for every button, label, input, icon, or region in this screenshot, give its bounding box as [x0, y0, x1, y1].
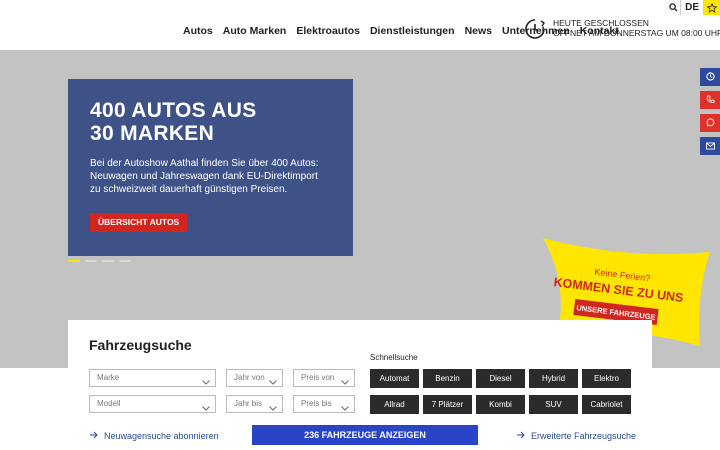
- side-email-button[interactable]: [700, 137, 720, 155]
- top-utility-bar: DE: [666, 0, 720, 15]
- side-whatsapp-button[interactable]: [700, 114, 720, 132]
- hours-status: HEUTE GESCHLOSSEN: [553, 18, 649, 28]
- search-title: Fahrzeugsuche: [89, 337, 192, 353]
- slider-dots: [68, 260, 131, 262]
- quick-allrad-button[interactable]: Allrad: [370, 395, 419, 414]
- quick-automat-button[interactable]: Automat: [370, 369, 419, 388]
- subscribe-search-link[interactable]: Neuwagensuche abonnieren: [90, 431, 219, 441]
- brand-select[interactable]: Marke: [89, 369, 216, 387]
- opening-hours-clock-icon: [524, 18, 546, 40]
- search-icon[interactable]: [666, 0, 680, 15]
- chevron-down-icon: [269, 401, 277, 417]
- side-phone-button[interactable]: [700, 91, 720, 109]
- hero-title-line1: 400 AUTOS AUS: [90, 99, 257, 122]
- quick-cabriolet-button[interactable]: Cabriolet: [582, 395, 631, 414]
- overview-cars-button[interactable]: ÜBERSICHT AUTOS: [90, 213, 188, 232]
- slider-dot[interactable]: [85, 260, 97, 262]
- quick-hybrid-button[interactable]: Hybrid: [529, 369, 578, 388]
- nav-item-dienstleistungen[interactable]: Dienstleistungen: [370, 25, 455, 37]
- chevron-down-icon: [202, 375, 210, 391]
- favorites-star-icon[interactable]: [704, 0, 720, 15]
- slider-dot[interactable]: [102, 260, 114, 262]
- price-to-value: Preis bis: [301, 399, 332, 408]
- price-from-select[interactable]: Preis von: [293, 369, 355, 387]
- quick-elektro-button[interactable]: Elektro: [582, 369, 631, 388]
- hours-next-open: ÖFFNET AM DONNERSTAG UM 08:00 UHR: [553, 28, 720, 38]
- model-select[interactable]: Modell: [89, 395, 216, 413]
- year-to-select[interactable]: Jahr bis: [226, 395, 283, 413]
- quick-search-title: Schnellsuche: [370, 353, 418, 362]
- chevron-down-icon: [269, 375, 277, 391]
- nav-item-news[interactable]: News: [465, 25, 492, 37]
- year-from-value: Jahr von: [234, 373, 265, 382]
- year-from-select[interactable]: Jahr von: [226, 369, 283, 387]
- quick-kombi-button[interactable]: Kombi: [476, 395, 525, 414]
- site-header: DE Autos Auto Marken Elektroautos Dienst…: [0, 0, 720, 50]
- vehicle-search-panel: Fahrzeugsuche Marke Jahr von Preis von M…: [68, 320, 652, 450]
- clock-icon: [705, 68, 715, 86]
- advanced-search-link[interactable]: Erweiterte Fahrzeugsuche: [517, 431, 636, 441]
- side-hours-button[interactable]: [700, 68, 720, 86]
- arrow-right-icon: [517, 431, 525, 441]
- quick-benzin-button[interactable]: Benzin: [423, 369, 472, 388]
- nav-item-auto-marken[interactable]: Auto Marken: [223, 25, 287, 37]
- opening-hours-text: HEUTE GESCHLOSSEN ÖFFNET AM DONNERSTAG U…: [553, 18, 720, 38]
- year-to-value: Jahr bis: [234, 399, 263, 408]
- whatsapp-icon: [706, 114, 715, 132]
- nav-item-elektroautos[interactable]: Elektroautos: [296, 25, 360, 37]
- advanced-search-label: Erweiterte Fahrzeugsuche: [531, 431, 637, 441]
- arrow-right-icon: [90, 431, 98, 441]
- chevron-down-icon: [341, 375, 349, 391]
- price-to-select[interactable]: Preis bis: [293, 395, 355, 413]
- price-from-value: Preis von: [301, 373, 335, 382]
- hero-text: Bei der Autoshow Aathal finden Sie über …: [90, 158, 319, 195]
- hero-card: 400 AUTOS AUS 30 MARKEN Bei der Autoshow…: [68, 79, 353, 256]
- hero-title-line2: 30 MARKEN: [90, 122, 215, 145]
- quick-diesel-button[interactable]: Diesel: [476, 369, 525, 388]
- hero-title: 400 AUTOS AUS 30 MARKEN: [90, 99, 331, 145]
- language-switch[interactable]: DE: [680, 0, 704, 15]
- chevron-down-icon: [202, 401, 210, 417]
- slider-dot-active[interactable]: [68, 260, 80, 262]
- nav-item-autos[interactable]: Autos: [183, 25, 213, 37]
- quick-7-platzer-button[interactable]: 7 Plätzer: [423, 395, 472, 414]
- show-vehicles-button[interactable]: 236 FAHRZEUGE ANZEIGEN: [252, 425, 478, 445]
- slider-dot[interactable]: [119, 260, 131, 262]
- brand-select-value: Marke: [97, 373, 120, 382]
- quick-suv-button[interactable]: SUV: [529, 395, 578, 414]
- subscribe-search-label: Neuwagensuche abonnieren: [104, 431, 219, 441]
- chevron-down-icon: [341, 401, 349, 417]
- phone-icon: [706, 91, 715, 109]
- model-select-value: Modell: [97, 399, 121, 408]
- mail-icon: [705, 137, 715, 155]
